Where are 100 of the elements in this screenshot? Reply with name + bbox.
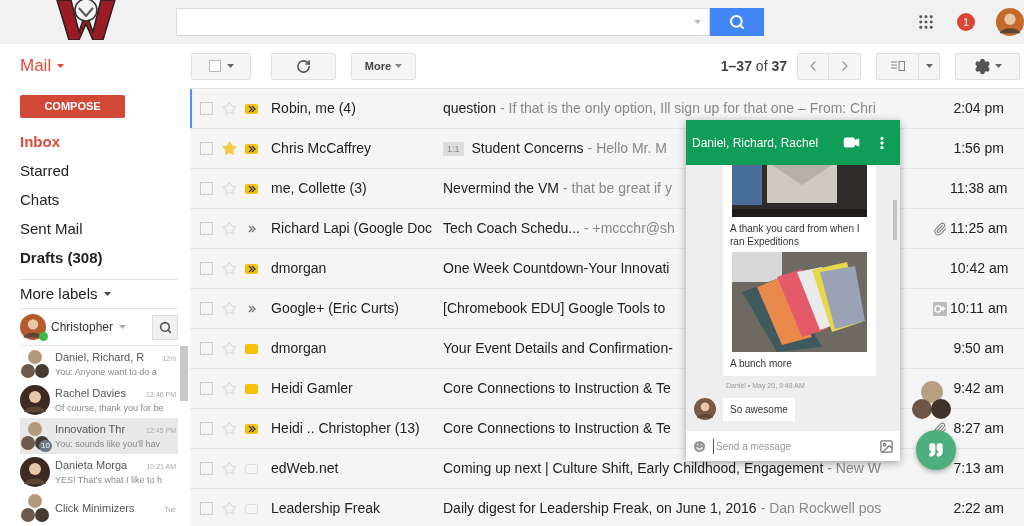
checkbox[interactable]	[200, 222, 213, 235]
search-icon	[729, 14, 746, 30]
search-button[interactable]	[710, 8, 765, 36]
importance-marker-icon[interactable]	[245, 343, 258, 354]
select-button[interactable]	[191, 52, 251, 80]
search-field[interactable]	[175, 8, 711, 36]
snippet-text: - If that is the only option, Ill sign up for that one – From: Chri	[499, 99, 876, 118]
notification-badge[interactable]: 1	[957, 13, 975, 31]
status-menu[interactable]: Christopher	[51, 318, 127, 337]
email-row[interactable]: Robin, me (4) question - If that is the only option, Ill sign up for that one – From: Chri 2:04 pm	[190, 89, 1024, 129]
refresh-button[interactable]	[271, 52, 336, 80]
caret-icon	[226, 64, 234, 68]
checkbox[interactable]	[200, 422, 213, 435]
scrollbar[interactable]	[893, 200, 897, 240]
importance-marker-icon[interactable]	[245, 423, 258, 434]
caret-icon	[694, 20, 702, 24]
caret-icon	[103, 292, 111, 297]
chat-search-button[interactable]	[152, 314, 178, 340]
checkbox-icon	[208, 60, 221, 72]
snippet-text: - +mccchr@sh	[584, 219, 675, 238]
snippet-text: - Hello Mr. M	[587, 139, 667, 158]
subject-text: Nevermind the VM	[443, 179, 559, 198]
checkbox[interactable]	[200, 462, 213, 475]
refresh-icon	[296, 58, 311, 74]
more-button[interactable]: More	[351, 52, 416, 80]
subject-text: Your Event Details and Confirmation-	[443, 339, 673, 358]
star-icon[interactable]	[222, 301, 237, 316]
avatar	[694, 398, 716, 420]
star-icon[interactable]	[222, 421, 237, 436]
snippet-text: - Dan Rockwell pos	[760, 499, 882, 518]
star-icon[interactable]	[222, 461, 237, 476]
email-time: 8:27 am	[952, 419, 1005, 438]
email-row[interactable]: Leadership Freak Daily digest for Leadership Freak, on June 1, 2016 - Dan Rockwell pos 2:22 am	[190, 489, 1024, 526]
star-icon[interactable]	[222, 381, 237, 396]
checkbox[interactable]	[200, 102, 213, 115]
sender-name: Heidi .. Christopher (13)	[271, 419, 421, 438]
mail-menu[interactable]: Mail	[20, 53, 170, 79]
checkbox[interactable]	[200, 142, 213, 155]
checkbox[interactable]	[200, 182, 213, 195]
subject-text: question	[443, 99, 496, 118]
chat-title: Daniel, Richard, Rachel	[692, 134, 819, 152]
importance-marker-icon[interactable]	[245, 503, 258, 514]
image-icon[interactable]	[879, 438, 894, 454]
group-chat-avatar[interactable]	[912, 380, 952, 422]
star-icon[interactable]	[222, 181, 237, 196]
star-icon[interactable]	[222, 261, 237, 276]
checkbox[interactable]	[200, 342, 213, 355]
sender-name: Leadership Freak	[271, 499, 381, 518]
more-labels-link[interactable]: More labels	[20, 280, 178, 309]
star-icon[interactable]	[222, 101, 237, 116]
pagination-text: 1–37 of 37	[720, 56, 787, 76]
importance-marker-icon[interactable]	[245, 183, 258, 194]
folder-link[interactable]: Chats	[20, 186, 178, 216]
checkbox[interactable]	[200, 502, 213, 515]
star-icon[interactable]	[222, 501, 237, 516]
sender-name: Richard Lapi (Google Doc	[271, 219, 434, 238]
compose-button[interactable]: COMPOSE	[20, 95, 125, 119]
star-icon[interactable]	[222, 141, 237, 156]
folder-link[interactable]: Starred	[20, 157, 178, 187]
count-badge: 10	[39, 440, 52, 452]
checkbox[interactable]	[200, 262, 213, 275]
checkbox[interactable]	[200, 302, 213, 315]
subject-text: Tech Coach Schedu...	[443, 219, 580, 238]
importance-marker-icon[interactable]	[245, 143, 258, 154]
email-time: 7:13 am	[952, 459, 1005, 478]
importance-marker-icon[interactable]	[245, 103, 258, 114]
google-plus-icon	[933, 301, 947, 316]
sender-name: dmorgan	[271, 339, 328, 358]
logo[interactable]	[55, 0, 117, 40]
sender-name: edWeb.net	[271, 459, 340, 478]
star-icon[interactable]	[222, 221, 237, 236]
scrollbar[interactable]	[180, 346, 188, 401]
label-tag: 1:1	[443, 141, 464, 156]
sender-name: me, Collette (3)	[271, 179, 368, 198]
folder-link[interactable]: Sent Mail	[20, 215, 178, 245]
checkbox[interactable]	[200, 382, 213, 395]
sender-name: Heidi Gamler	[271, 379, 354, 398]
message-text: A bunch more	[729, 357, 793, 370]
email-time: 9:50 am	[952, 339, 1005, 358]
email-time: 10:42 am	[950, 259, 1010, 278]
emoji-icon[interactable]	[692, 438, 707, 454]
subject-text: Coming up next | Culture Shift, Early Childhood, Engagement	[443, 459, 824, 478]
importance-marker-icon[interactable]	[245, 383, 258, 394]
subject-text: One Week Countdown-Your Innovati	[443, 259, 670, 278]
folder-link[interactable]: Inbox	[20, 128, 178, 158]
sender-name: Robin, me (4)	[271, 99, 357, 118]
subject-text: Student Concerns	[471, 139, 584, 158]
avatar	[996, 8, 1024, 36]
folder-link[interactable]: Drafts (308)	[20, 244, 178, 274]
snippet-text: - New W	[827, 459, 881, 478]
subject-text: [Chromebook EDU] Google Tools to	[443, 299, 666, 318]
chat-preview: YES! That's what I like to h	[55, 473, 164, 487]
settings-button[interactable]	[955, 52, 1020, 80]
email-time: 2:22 am	[952, 499, 1005, 518]
importance-marker-icon[interactable]	[245, 263, 258, 274]
star-icon[interactable]	[222, 341, 237, 356]
subject-text: Core Connections to Instruction & Te	[443, 379, 671, 398]
apps-grid-icon[interactable]	[917, 13, 935, 31]
sender-name: Google+ (Eric Curts)	[271, 299, 400, 318]
importance-marker-icon[interactable]	[245, 463, 258, 474]
